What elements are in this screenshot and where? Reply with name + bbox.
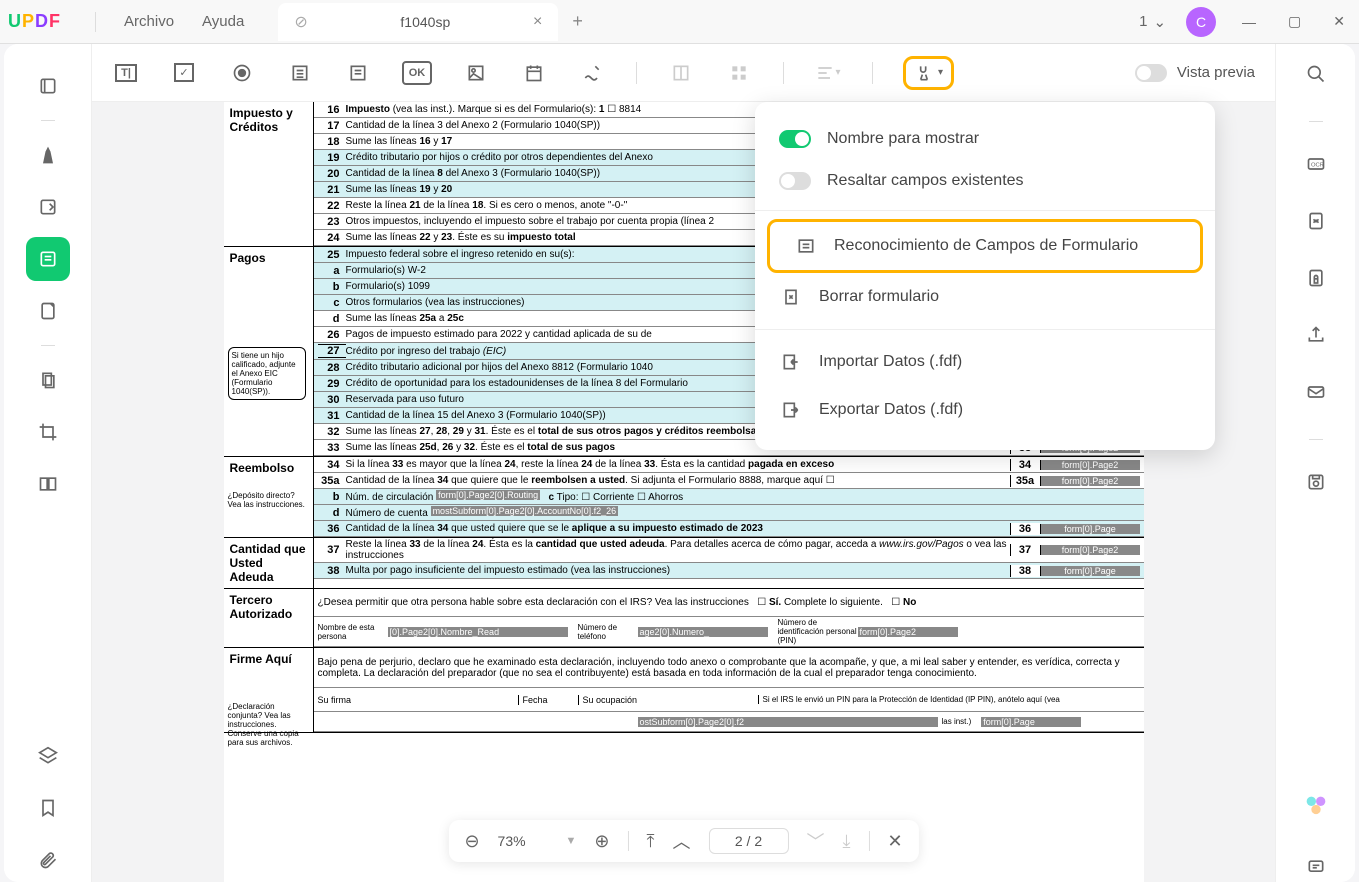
email-button[interactable] — [1306, 382, 1326, 407]
signature-tool[interactable] — [578, 59, 606, 87]
clear-form-icon — [779, 285, 803, 309]
sidebar-attachment[interactable] — [26, 838, 70, 882]
page-nav[interactable]: 1⌄ — [1139, 13, 1166, 31]
page-input[interactable] — [708, 828, 788, 854]
grid-tool[interactable] — [725, 59, 753, 87]
sidebar-organize[interactable] — [26, 289, 70, 333]
tab-close-icon[interactable]: × — [533, 13, 542, 31]
menu-help[interactable]: Ayuda — [188, 13, 258, 30]
maximize-button[interactable]: ▢ — [1282, 13, 1307, 30]
comment-button[interactable] — [1306, 857, 1326, 882]
next-page-button[interactable]: ﹀ — [806, 828, 824, 854]
side-note-declaracion: ¿Declaración conjunta? Vea las instrucci… — [228, 702, 306, 747]
last-page-button[interactable]: ⤓ — [842, 831, 850, 852]
tab-icon: ⊘ — [294, 12, 307, 32]
menu-import-data[interactable]: Importar Datos (.fdf) — [755, 338, 1215, 386]
sidebar-layers[interactable] — [26, 734, 70, 778]
show-name-toggle[interactable] — [779, 130, 811, 148]
text-field-tool[interactable]: T| — [112, 59, 140, 87]
image-tool[interactable] — [462, 59, 490, 87]
menu-form-recognition[interactable]: Reconocimiento de Campos de Formulario — [767, 219, 1203, 273]
menu-highlight-fields[interactable]: Resaltar campos existentes — [755, 160, 1215, 202]
date-tool[interactable] — [520, 59, 548, 87]
zoom-out-button[interactable]: ⊖ — [464, 831, 479, 852]
section-tercero: Tercero Autorizado — [224, 589, 314, 647]
menu-show-name[interactable]: Nombre para mostrar — [755, 118, 1215, 160]
dropdown-tool[interactable] — [344, 59, 372, 87]
protect-button[interactable] — [1306, 268, 1326, 293]
first-page-button[interactable]: ⤒ — [647, 831, 655, 852]
sidebar-crop[interactable] — [26, 410, 70, 454]
sidebar-compare[interactable] — [26, 462, 70, 506]
close-bar-button[interactable]: ✕ — [887, 831, 902, 852]
search-button[interactable] — [1306, 64, 1326, 89]
sidebar-highlight[interactable] — [26, 133, 70, 177]
list-tool[interactable] — [286, 59, 314, 87]
form-tools-dropdown[interactable]: ▾ — [903, 56, 954, 90]
align-tool[interactable]: ▾ — [814, 59, 842, 87]
add-tab-button[interactable]: + — [572, 11, 583, 32]
convert-button[interactable] — [1306, 211, 1326, 236]
ai-button[interactable] — [1302, 792, 1330, 825]
zoom-dropdown[interactable]: ▼ — [566, 835, 577, 847]
section-impuesto: Impuesto y Créditos — [224, 102, 314, 246]
tab-title: f1040sp — [318, 14, 533, 30]
radio-tool[interactable] — [228, 59, 256, 87]
button-tool[interactable]: OK — [402, 61, 432, 85]
sidebar-bookmark[interactable] — [26, 786, 70, 830]
app-logo: UPDF — [8, 11, 61, 32]
document-tab[interactable]: ⊘ f1040sp × — [278, 3, 558, 41]
side-note-eic: Si tiene un hijo calificado, adjunte el … — [228, 347, 306, 400]
preview-toggle[interactable] — [1135, 64, 1167, 82]
menu-clear-form[interactable]: Borrar formulario — [755, 273, 1215, 321]
zoom-in-button[interactable]: ⊕ — [594, 831, 609, 852]
layout-tool[interactable] — [667, 59, 695, 87]
sidebar-forms[interactable] — [26, 237, 70, 281]
checkbox-tool[interactable]: ✓ — [170, 59, 198, 87]
sidebar-pages[interactable] — [26, 358, 70, 402]
side-note-deposito: ¿Depósito directo? Vea las instrucciones… — [228, 491, 306, 509]
prev-page-button[interactable]: ︿ — [672, 828, 690, 854]
save-button[interactable] — [1306, 472, 1326, 497]
form-recognition-icon — [794, 234, 818, 258]
menu-export-data[interactable]: Exportar Datos (.fdf) — [755, 386, 1215, 434]
zoom-pagination-bar: ⊖ 73% ▼ ⊕ ⤒ ︿ ﹀ ⤓ ✕ — [448, 820, 918, 862]
section-cantidad: Cantidad que Usted Adeuda — [224, 538, 314, 588]
close-button[interactable]: ✕ — [1327, 13, 1351, 30]
user-avatar[interactable]: C — [1186, 7, 1216, 37]
share-button[interactable] — [1306, 325, 1326, 350]
sidebar-reader[interactable] — [26, 64, 70, 108]
svg-text:OCR: OCR — [1311, 163, 1324, 169]
highlight-fields-toggle[interactable] — [779, 172, 811, 190]
minimize-button[interactable]: — — [1236, 14, 1262, 30]
export-icon — [779, 398, 803, 422]
menu-file[interactable]: Archivo — [110, 13, 188, 30]
preview-label: Vista previa — [1177, 64, 1255, 81]
form-tools-menu: Nombre para mostrar Resaltar campos exis… — [755, 102, 1215, 450]
zoom-value[interactable]: 73% — [498, 833, 548, 849]
ocr-button[interactable]: OCR — [1306, 154, 1326, 179]
import-icon — [779, 350, 803, 374]
sidebar-edit[interactable] — [26, 185, 70, 229]
